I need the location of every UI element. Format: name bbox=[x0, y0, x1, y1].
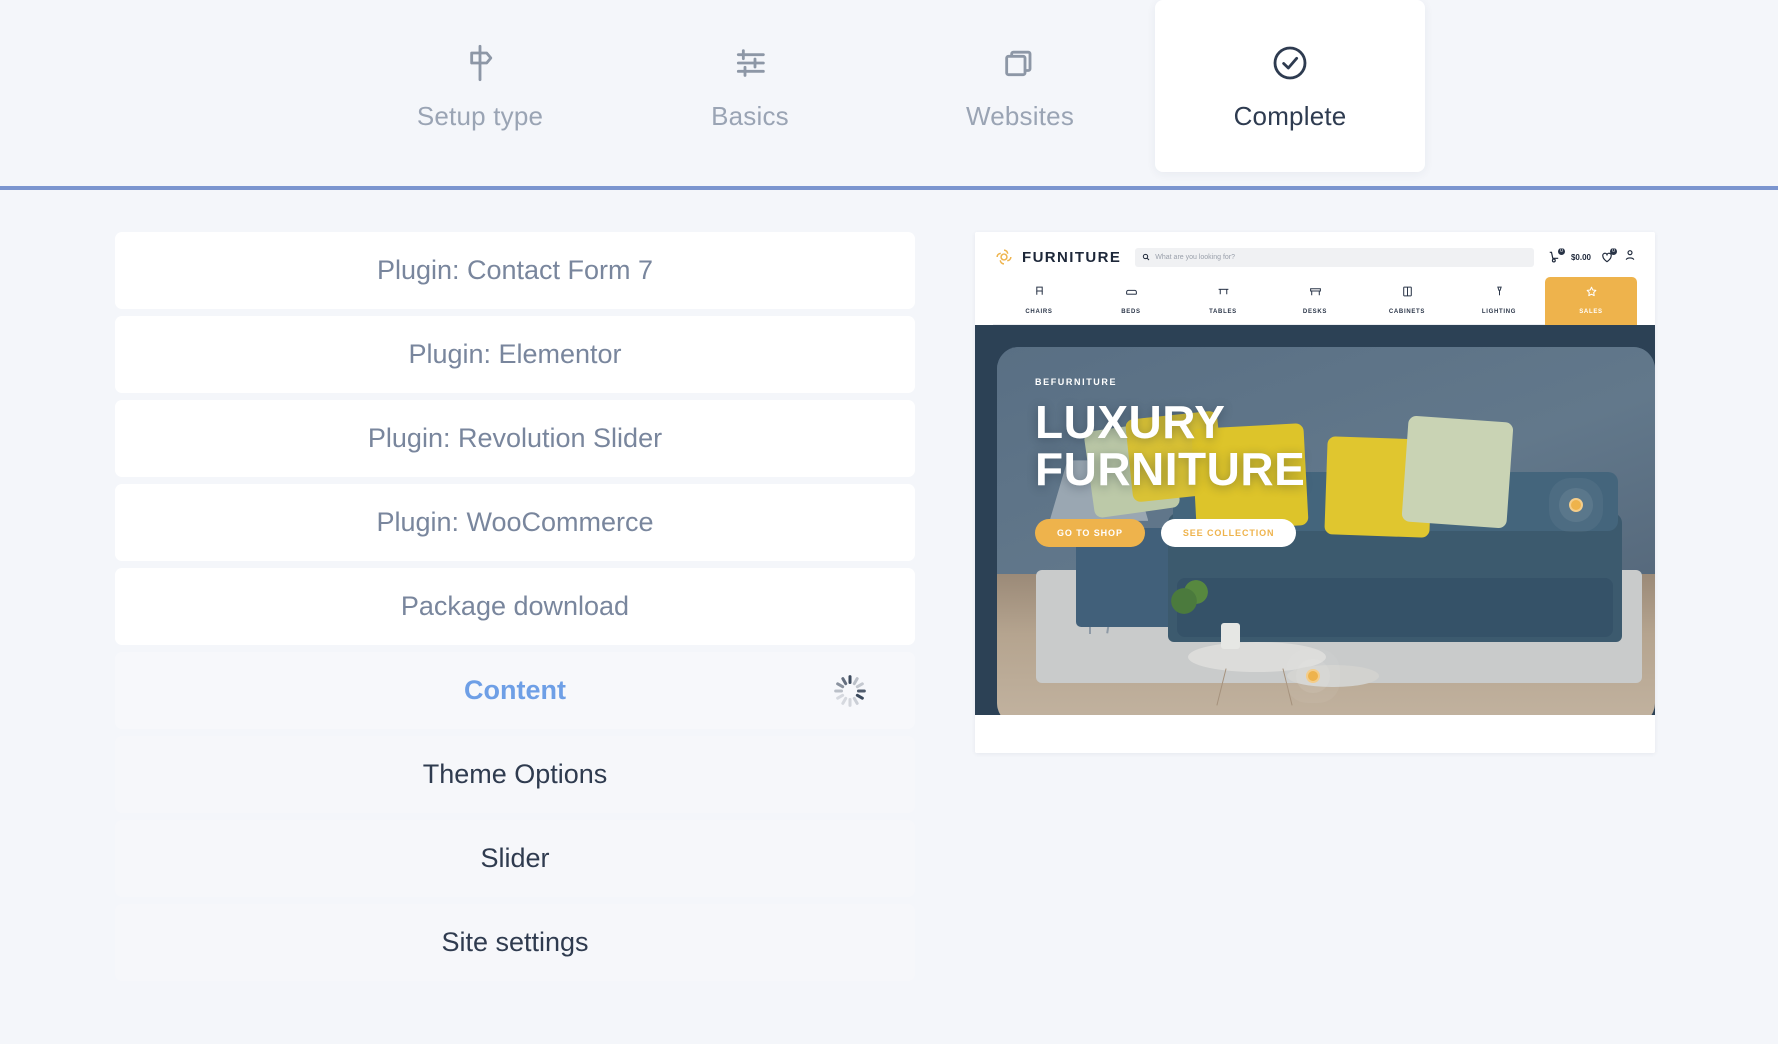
preview-nav-chairs[interactable]: CHAIRS bbox=[993, 277, 1085, 324]
preview-nav-label: LIGHTING bbox=[1481, 309, 1517, 315]
wizard-step-label: Complete bbox=[1233, 100, 1347, 131]
user-icon[interactable] bbox=[1623, 248, 1637, 267]
preview-nav-label: SALES bbox=[1579, 309, 1603, 315]
task-label: Content bbox=[464, 675, 566, 705]
cabinet-icon bbox=[1401, 285, 1414, 303]
hero-title-line2: FURNITURE bbox=[1035, 442, 1306, 495]
hero-vase bbox=[1220, 622, 1241, 650]
task-row[interactable]: Site settings bbox=[115, 904, 915, 981]
see-collection-button[interactable]: SEE COLLECTION bbox=[1160, 518, 1297, 547]
hero-plant bbox=[1168, 573, 1208, 620]
wizard-step-setup-type[interactable]: Setup type bbox=[345, 0, 615, 172]
preview-search-placeholder: What are you looking for? bbox=[1155, 253, 1236, 261]
hero-product-hotspot[interactable] bbox=[1568, 498, 1583, 513]
preview-nav-desks[interactable]: DESKS bbox=[1269, 277, 1361, 324]
task-label: Package download bbox=[400, 591, 630, 621]
wizard-step-bar: Setup type Basics Websites Complete bbox=[0, 0, 1778, 190]
sliders-icon bbox=[728, 41, 772, 85]
lamp-icon bbox=[1493, 285, 1506, 303]
hero-title-line1: LUXURY bbox=[1035, 396, 1226, 448]
preview-topbar: FURNITURE What are you looking for? 0 $0… bbox=[993, 246, 1637, 268]
task-row[interactable]: Theme Options bbox=[115, 736, 915, 813]
preview-nav-label: TABLES bbox=[1209, 309, 1237, 315]
wishlist-badge: 0 bbox=[1610, 248, 1617, 255]
search-icon bbox=[1142, 248, 1150, 266]
heart-icon[interactable]: 0 bbox=[1600, 248, 1617, 264]
wizard-step-websites[interactable]: Websites bbox=[885, 0, 1155, 172]
wizard-step-label: Websites bbox=[965, 100, 1075, 131]
main-content: Plugin: Contact Form 7 Plugin: Elementor… bbox=[0, 190, 1778, 1040]
hero-side-table bbox=[1286, 664, 1379, 688]
task-row[interactable]: Plugin: WooCommerce bbox=[115, 484, 915, 561]
wizard-step-basics[interactable]: Basics bbox=[615, 0, 885, 172]
preview-nav-label: CABINETS bbox=[1388, 309, 1426, 315]
desk-icon bbox=[1309, 285, 1322, 303]
table-icon bbox=[1217, 285, 1230, 303]
hero-cushion bbox=[1401, 415, 1514, 529]
task-row[interactable]: Package download bbox=[115, 568, 915, 645]
go-to-shop-button[interactable]: GO TO SHOP bbox=[1035, 518, 1145, 547]
preview-header-actions: 0 $0.00 0 bbox=[1548, 248, 1637, 267]
preview-nav-cabinets[interactable]: CABINETS bbox=[1361, 277, 1453, 324]
cart-icon[interactable]: 0 bbox=[1548, 248, 1565, 264]
preview-nav-label: CHAIRS bbox=[1025, 309, 1053, 315]
website-preview-panel: FURNITURE What are you looking for? 0 $0… bbox=[975, 232, 1655, 753]
task-row[interactable]: Plugin: Revolution Slider bbox=[115, 400, 915, 477]
flower-logo-icon bbox=[993, 246, 1015, 268]
preview-category-nav: CHAIRS BEDS TABLES DESKS CABINETS LIGHTI… bbox=[993, 277, 1637, 325]
task-label: Plugin: WooCommerce bbox=[376, 507, 654, 537]
task-row[interactable]: Plugin: Elementor bbox=[115, 316, 915, 393]
task-row[interactable]: Slider bbox=[115, 820, 915, 897]
task-label: Slider bbox=[480, 843, 550, 873]
hero-buttons: GO TO SHOP SEE COLLECTION bbox=[1035, 518, 1305, 547]
preview-brand: FURNITURE bbox=[1022, 248, 1122, 266]
preview-nav-tables[interactable]: TABLES bbox=[1177, 277, 1269, 324]
layers-icon bbox=[998, 41, 1042, 85]
preview-nav-beds[interactable]: BEDS bbox=[1085, 277, 1177, 324]
loading-spinner-icon bbox=[833, 674, 867, 708]
cart-total: $0.00 bbox=[1570, 252, 1591, 262]
preview-nav-label: BEDS bbox=[1121, 309, 1141, 315]
preview-nav-lighting[interactable]: LIGHTING bbox=[1453, 277, 1545, 324]
website-preview[interactable]: FURNITURE What are you looking for? 0 $0… bbox=[975, 232, 1655, 753]
task-label: Theme Options bbox=[422, 759, 608, 789]
chair-icon bbox=[1033, 285, 1046, 303]
preview-logo[interactable]: FURNITURE bbox=[993, 246, 1121, 268]
install-task-list: Plugin: Contact Form 7 Plugin: Elementor… bbox=[115, 232, 915, 981]
hero-eyebrow: BEFURNITURE bbox=[1035, 377, 1118, 387]
preview-footer bbox=[975, 715, 1655, 753]
task-label: Plugin: Revolution Slider bbox=[367, 423, 663, 453]
task-label: Plugin: Contact Form 7 bbox=[376, 255, 654, 285]
signpost-icon bbox=[458, 41, 502, 85]
preview-hero: BEFURNITURE LUXURY FURNITURE GO TO SHOP … bbox=[975, 325, 1655, 715]
wizard-step-label: Basics bbox=[711, 100, 789, 131]
wizard-steps: Setup type Basics Websites Complete bbox=[0, 0, 1778, 186]
wizard-step-label: Setup type bbox=[416, 100, 544, 131]
preview-nav-label: DESKS bbox=[1302, 309, 1328, 315]
hero-sofa-seat bbox=[1177, 577, 1614, 637]
task-row[interactable]: Plugin: Contact Form 7 bbox=[115, 232, 915, 309]
preview-nav-sales[interactable]: SALES bbox=[1545, 277, 1637, 325]
preview-search-input[interactable]: What are you looking for? bbox=[1135, 247, 1534, 267]
check-circle-icon bbox=[1268, 41, 1312, 85]
task-label: Plugin: Elementor bbox=[408, 339, 622, 369]
star-icon bbox=[1585, 285, 1598, 303]
bed-icon bbox=[1125, 285, 1138, 303]
hero-copy: BEFURNITURE LUXURY FURNITURE GO TO SHOP … bbox=[1035, 377, 1305, 547]
wizard-step-complete[interactable]: Complete bbox=[1155, 0, 1425, 172]
cart-badge: 0 bbox=[1557, 248, 1565, 255]
task-row-active[interactable]: Content bbox=[115, 652, 915, 729]
task-label: Site settings bbox=[441, 927, 589, 957]
preview-header: FURNITURE What are you looking for? 0 $0… bbox=[975, 232, 1655, 325]
